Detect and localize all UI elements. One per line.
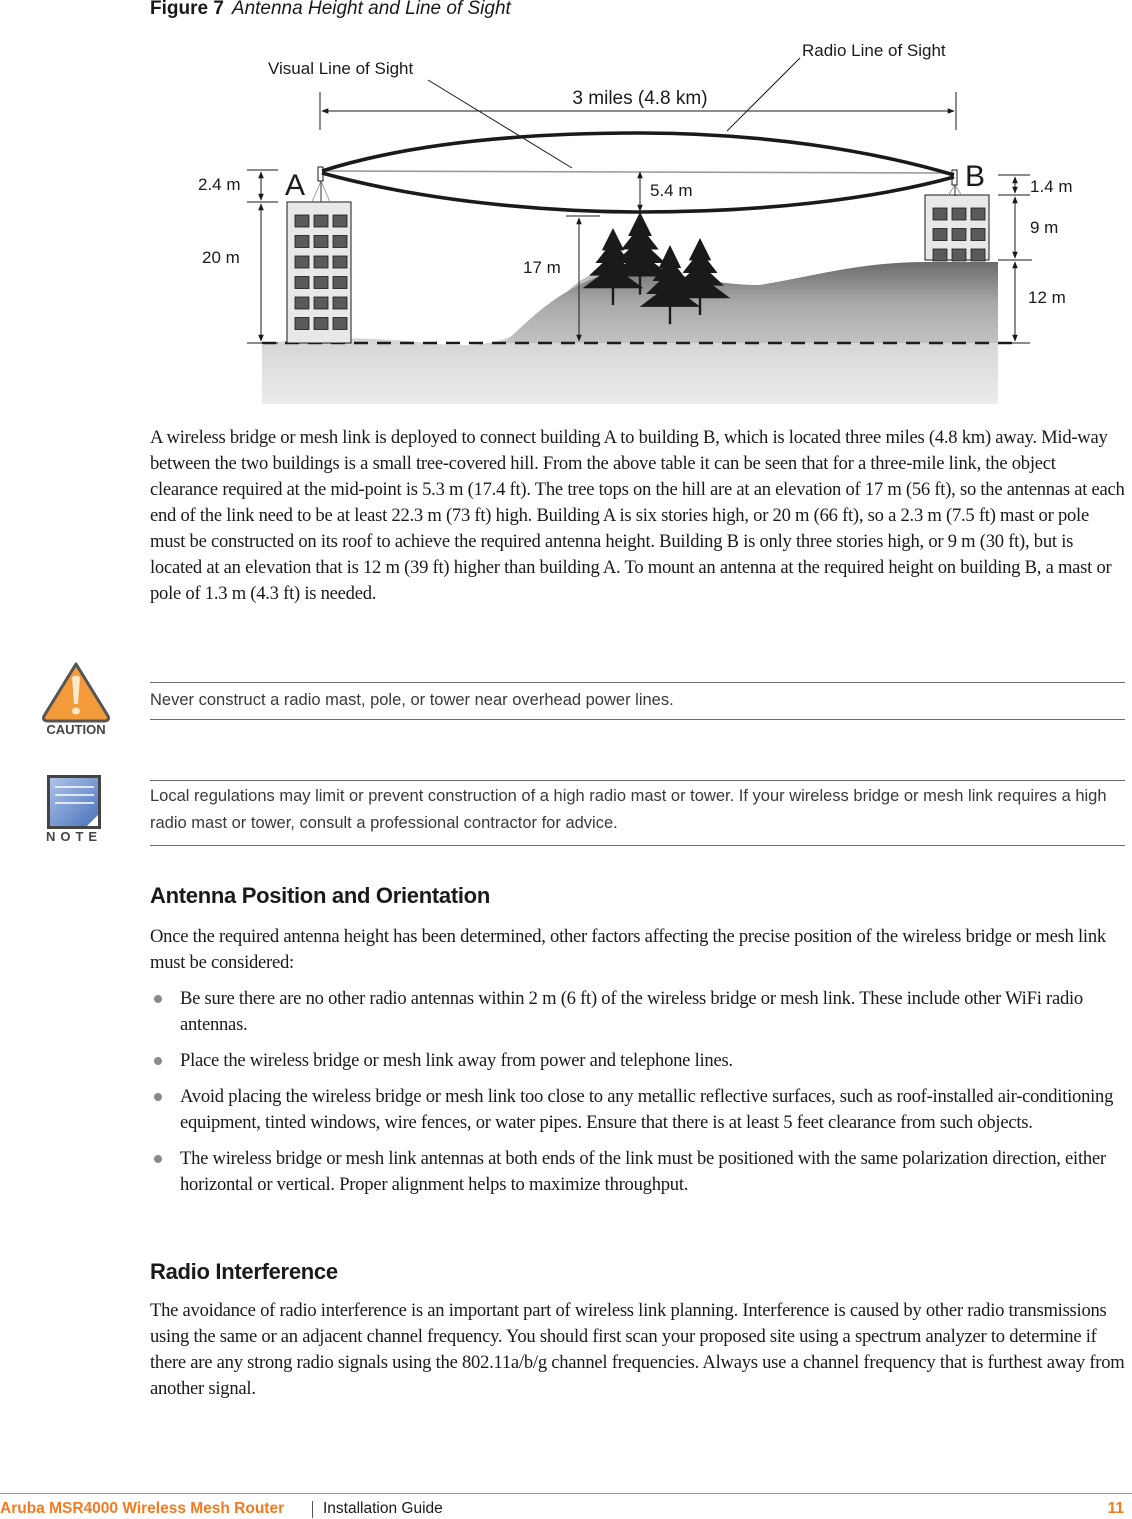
- building-window: [932, 248, 948, 262]
- building-b-label: B: [965, 160, 985, 193]
- bullet-icon: [154, 1155, 162, 1163]
- radio-los-label: Radio Line of Sight: [802, 41, 946, 60]
- list-item: Be sure there are no other radio antenna…: [150, 986, 1125, 1038]
- building-window: [332, 296, 348, 310]
- radio-line-of-sight-upper: [321, 131, 955, 177]
- page-number: 11: [1107, 1500, 1124, 1517]
- section-heading-radio-interference: Radio Interference: [150, 1259, 338, 1284]
- note-icon: NOTE: [42, 774, 122, 844]
- building-b-height-label: 9 m: [1030, 218, 1058, 237]
- building-window: [313, 214, 329, 228]
- building-window: [932, 228, 948, 241]
- building-window: [332, 235, 348, 248]
- section-heading-antenna-position: Antenna Position and Orientation: [150, 883, 490, 908]
- mast-a-height-label: 2.4 m: [198, 175, 241, 194]
- building-window: [313, 255, 329, 269]
- antenna-position-list: Be sure there are no other radio antenna…: [150, 986, 1125, 1208]
- footer-product-name: Aruba MSR4000 Wireless Mesh Router: [0, 1500, 285, 1517]
- building-a-label: A: [285, 169, 305, 202]
- building-window: [332, 255, 348, 269]
- list-item: Avoid placing the wireless bridge or mes…: [150, 1084, 1125, 1136]
- list-item: The wireless bridge or mesh link antenna…: [150, 1146, 1125, 1198]
- building-window: [294, 276, 310, 289]
- building-window: [313, 235, 329, 248]
- visual-los-label: Visual Line of Sight: [268, 59, 414, 78]
- building-window: [332, 276, 348, 289]
- caution-notice: Never construct a radio mast, pole, or t…: [150, 682, 1125, 720]
- building-window: [951, 228, 967, 241]
- building-window: [332, 317, 348, 330]
- building-window: [970, 228, 986, 241]
- building-window: [951, 248, 967, 262]
- visual-line-of-sight: [321, 170, 955, 174]
- building-window: [951, 207, 967, 221]
- antenna-position-intro: Once the required antenna height has bee…: [150, 926, 1106, 973]
- building-window: [932, 207, 948, 221]
- clearance-label: 5.4 m: [650, 181, 693, 200]
- mast-b-height-label: 1.4 m: [1030, 177, 1073, 196]
- figure-label: Figure 7: [150, 0, 224, 19]
- footer-divider: [0, 1493, 1132, 1494]
- caution-text: Never construct a radio mast, pole, or t…: [150, 691, 674, 709]
- radio-interference-paragraph: The avoidance of radio interference is a…: [150, 1300, 1125, 1399]
- building-window: [970, 248, 986, 262]
- building-window: [294, 214, 310, 228]
- elevation-b-label: 12 m: [1028, 288, 1066, 307]
- footer-doc-type: Installation Guide: [323, 1500, 443, 1517]
- figure-caption: Figure 7 Antenna Height and Line of Sight: [150, 0, 511, 20]
- building-window: [313, 276, 329, 289]
- figure-title: Antenna Height and Line of Sight: [231, 0, 511, 19]
- footer-separator: [312, 1501, 313, 1518]
- note-notice: Local regulations may limit or prevent c…: [150, 780, 1125, 846]
- building-window: [970, 207, 986, 221]
- building-window: [313, 296, 329, 310]
- antenna-los-diagram: 3 miles (4.8 km) Visual Line of Sight Ra…: [198, 41, 1073, 404]
- building-window: [294, 317, 310, 330]
- bullet-icon: [154, 1093, 162, 1101]
- radio-line-of-sight-lower: [321, 171, 955, 214]
- note-icon-label: NOTE: [46, 829, 102, 844]
- building-window: [294, 235, 310, 248]
- tree-height-label: 17 m: [523, 258, 561, 277]
- bullet-icon: [154, 1057, 162, 1065]
- note-text: Local regulations may limit or prevent c…: [150, 787, 1107, 832]
- building-window: [313, 317, 329, 330]
- building-window: [294, 296, 310, 310]
- building-window: [332, 214, 348, 228]
- bullet-icon: [154, 995, 162, 1003]
- building-window: [294, 255, 310, 269]
- building-a: [286, 201, 352, 344]
- building-a-height-label: 20 m: [202, 248, 240, 267]
- distance-label: 3 miles (4.8 km): [572, 88, 707, 109]
- building-b: [924, 194, 990, 262]
- intro-paragraph: A wireless bridge or mesh link is deploy…: [150, 427, 1125, 604]
- caution-icon-label: CAUTION: [46, 722, 105, 737]
- caution-icon: CAUTION: [38, 660, 114, 738]
- list-item: Place the wireless bridge or mesh link a…: [150, 1048, 1125, 1074]
